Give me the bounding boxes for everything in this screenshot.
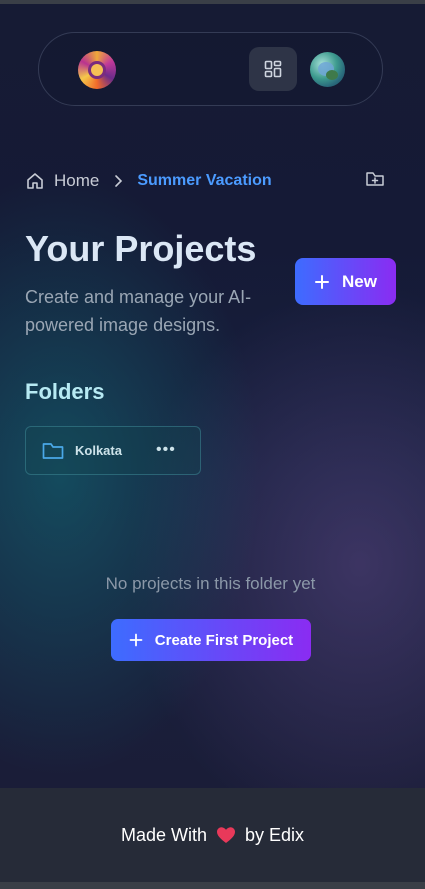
footer-suffix: by Edix	[245, 824, 305, 845]
swirl-logo-icon[interactable]	[78, 51, 116, 89]
main-content: Home Summer Vacation Your Projects Creat…	[0, 4, 425, 788]
dashboard-grid-icon	[264, 60, 282, 78]
top-navbar	[38, 32, 383, 106]
page-title: Your Projects	[25, 228, 257, 269]
page-subtitle: Create and manage your AI-powered image …	[25, 287, 252, 335]
create-first-project-button[interactable]: Create First Project	[111, 619, 311, 661]
breadcrumb: Home Summer Vacation	[25, 168, 272, 194]
create-button-label: Create First Project	[154, 631, 294, 649]
breadcrumb-current: Summer Vacation	[137, 172, 272, 189]
dashboard-grid-button[interactable]	[249, 47, 297, 91]
new-project-button[interactable]: New	[295, 258, 396, 305]
footer-prefix: Made With	[120, 824, 207, 845]
folder-icon	[42, 441, 64, 461]
user-avatar-icon[interactable]	[310, 52, 345, 87]
folders-heading: Folders	[25, 379, 105, 404]
folder-plus-icon[interactable]	[365, 169, 385, 189]
more-horizontal-icon[interactable]: •••	[156, 441, 176, 459]
heart-icon	[216, 826, 236, 844]
empty-state-message: No projects in this folder yet	[105, 574, 316, 593]
home-icon[interactable]	[25, 171, 45, 191]
plus-icon	[129, 633, 143, 647]
new-button-label: New	[342, 271, 377, 291]
plus-icon	[314, 274, 330, 290]
chevron-right-icon	[111, 174, 125, 188]
folder-name: Kolkata	[75, 443, 122, 458]
footer: Made With by Edix	[0, 788, 425, 882]
bottom-border	[0, 882, 425, 889]
folder-card[interactable]: Kolkata •••	[25, 426, 201, 475]
breadcrumb-home-link[interactable]: Home	[54, 171, 99, 191]
